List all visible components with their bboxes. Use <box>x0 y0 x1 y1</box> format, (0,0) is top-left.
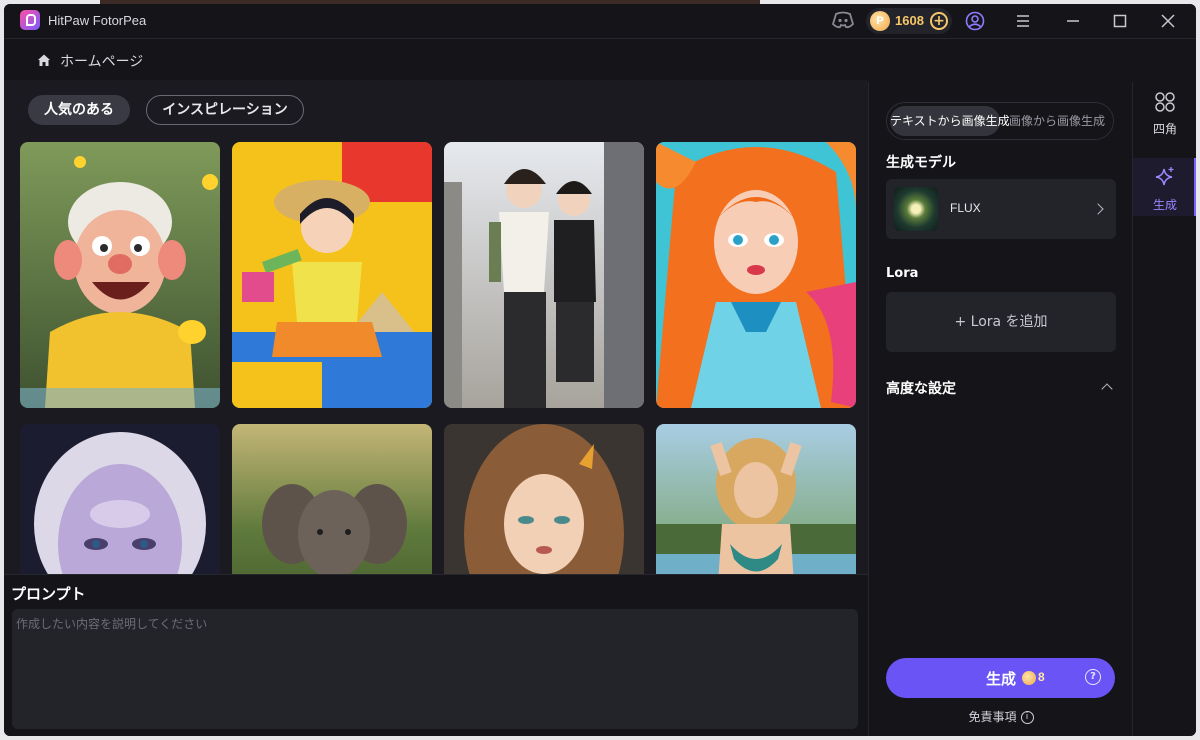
disclaimer-label: 免責事項 <box>968 710 1017 724</box>
sparkle-icon <box>1155 167 1174 186</box>
gallery-image <box>20 424 220 576</box>
generate-button[interactable]: 生成 8 ? <box>886 658 1115 698</box>
right-nav-rail: 四角 生成 <box>1132 82 1196 736</box>
gallery-card-anime-boys[interactable] <box>444 142 644 408</box>
add-lora-button[interactable]: + Lora を追加 <box>886 292 1116 352</box>
gallery-image <box>656 424 856 576</box>
home-icon[interactable] <box>36 52 52 68</box>
prompt-title: プロンプト <box>11 585 86 603</box>
gallery-image <box>20 142 220 408</box>
model-thumbnail <box>894 187 938 231</box>
gallery-card-anime-girl-pyramid[interactable] <box>232 142 432 408</box>
gallery-card-elephant[interactable] <box>232 424 432 576</box>
app-title: HitPaw FotorPea <box>48 13 147 28</box>
gallery-image <box>656 142 856 408</box>
gallery-card-silver-hair-woman[interactable] <box>20 424 220 576</box>
help-icon[interactable]: ? <box>1085 669 1101 685</box>
breadcrumb-home[interactable]: ホームページ <box>60 51 143 71</box>
gallery-card-orange-hair-girl[interactable] <box>656 142 856 408</box>
gallery-area: 人気のある インスピレーション <box>4 80 868 576</box>
title-bar: HitPaw FotorPea P 1608 + <box>4 4 1196 38</box>
gallery-image <box>232 424 432 576</box>
coin-icon <box>1022 671 1036 685</box>
minimize-icon[interactable] <box>1062 10 1084 32</box>
maximize-icon[interactable] <box>1109 10 1131 32</box>
model-selector[interactable]: FLUX <box>886 179 1116 239</box>
info-icon: i <box>1020 711 1034 724</box>
gallery-card-beach-woman[interactable] <box>656 424 856 576</box>
settings-panel: テキストから画像生成 画像から画像生成 生成モデル FLUX Lora + Lo… <box>868 82 1133 736</box>
model-name: FLUX <box>950 201 981 215</box>
coin-balance[interactable]: P 1608 + <box>866 8 952 34</box>
gallery-card-fairy-woman[interactable] <box>444 424 644 576</box>
rail-item-shikaku[interactable]: 四角 <box>1133 82 1196 140</box>
coin-icon: P <box>870 11 890 31</box>
menu-icon[interactable] <box>1012 10 1034 32</box>
app-logo-icon <box>20 10 40 30</box>
tab-inspiration[interactable]: インスピレーション <box>146 95 304 125</box>
breadcrumb: ホームページ <box>4 39 868 79</box>
rail-label-generate: 生成 <box>1152 198 1177 212</box>
generate-label: 生成 <box>986 670 1017 688</box>
gallery-card-old-man-ducks[interactable] <box>20 142 220 408</box>
gallery-image <box>444 424 644 576</box>
close-icon[interactable] <box>1157 10 1179 32</box>
prompt-section: プロンプト <box>4 574 868 736</box>
rail-label-shikaku: 四角 <box>1152 122 1177 136</box>
tab-popular[interactable]: 人気のある <box>28 95 130 125</box>
account-icon[interactable] <box>964 10 986 32</box>
advanced-settings-title[interactable]: 高度な設定 <box>886 378 956 398</box>
chevron-right-icon <box>1092 203 1104 215</box>
gallery-image <box>232 142 432 408</box>
grid-icon <box>1155 92 1175 112</box>
discord-icon[interactable] <box>832 11 854 29</box>
tab-text-to-image[interactable]: テキストから画像生成 <box>890 106 1010 136</box>
coin-count: 1608 <box>895 13 924 28</box>
tab-image-to-image[interactable]: 画像から画像生成 <box>1003 106 1111 136</box>
model-section-title: 生成モデル <box>886 155 956 171</box>
chevron-up-icon[interactable] <box>1101 383 1113 395</box>
gallery-image <box>444 142 644 408</box>
generate-cost: 8 <box>1038 670 1045 684</box>
disclaimer-link[interactable]: 免責事項 i <box>869 708 1133 725</box>
add-coins-icon[interactable]: + <box>930 12 948 30</box>
lora-section-title: Lora <box>886 266 919 281</box>
rail-item-generate[interactable]: 生成 <box>1133 158 1196 216</box>
prompt-input[interactable] <box>12 609 858 729</box>
app-window: HitPaw FotorPea P 1608 + ホームページ 人気のある イン… <box>4 4 1196 736</box>
mode-tabs: テキストから画像生成 画像から画像生成 <box>886 102 1114 140</box>
